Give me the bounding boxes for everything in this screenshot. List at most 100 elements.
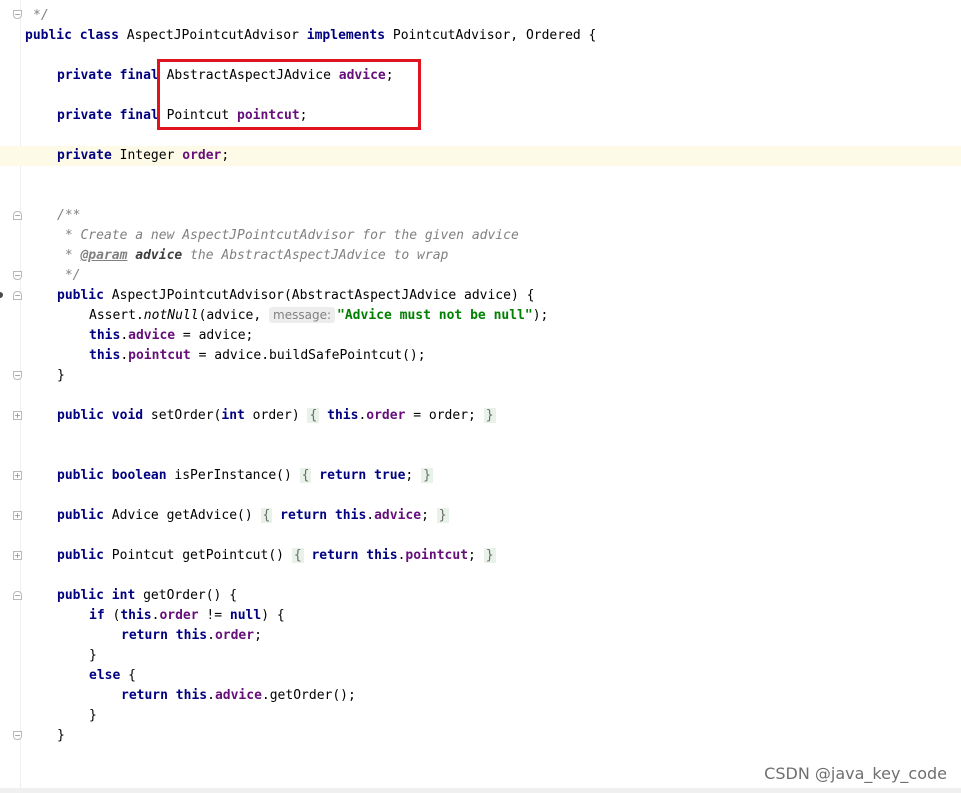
method-call: .getOrder(); [261,688,356,703]
code-line[interactable]: public Advice getAdvice() { return this.… [0,506,961,526]
brace: { [120,668,136,683]
code-line[interactable]: } [0,646,961,666]
code-line[interactable]: else { [0,666,961,686]
field-name: advice [214,688,262,703]
else-statement: else { [89,666,136,686]
field-name: advice [128,328,176,343]
code-line[interactable]: this.advice = advice; [0,326,961,346]
code-line[interactable]: public boolean isPerInstance() { return … [0,466,961,486]
code-editor[interactable]: − − − − − + + + + − − */ public class As… [0,0,961,793]
closing-brace: } [89,648,97,663]
statement-end: ; [254,628,262,643]
folded-brace-close[interactable]: } [483,408,496,423]
folded-brace-close[interactable]: } [421,468,433,483]
folded-brace-close[interactable]: } [436,508,449,523]
keyword: public int [57,588,136,603]
keyword: private [57,148,112,163]
code-line[interactable]: public int getOrder() { [0,586,961,606]
code-line[interactable]: } [0,366,961,386]
keyword: public boolean [57,468,167,483]
code-line[interactable]: private final AbstractAspectJAdvice advi… [0,66,961,86]
keyword: implements [306,28,386,43]
code-line[interactable]: } [0,726,961,746]
method-name: notNull [143,308,199,323]
assert-class: Assert. [89,308,144,323]
code-line[interactable]: } [0,706,961,726]
keyword: public [25,28,72,43]
code-line[interactable]: Assert.notNull(advice, message: "Advice m… [0,306,961,326]
closing-brace: } [89,708,97,723]
keyword: this [120,608,152,623]
code-line[interactable]: private final Pointcut pointcut; [0,106,961,126]
code-line[interactable]: * @param advice the AbstractAspectJAdvic… [0,246,961,266]
javadoc-param-name: advice [127,248,183,263]
keyword: this [89,328,121,343]
javadoc-prefix: * [57,248,81,263]
semicolon: ; [221,148,230,163]
field-name: order [366,408,406,423]
keyword: this [327,408,359,423]
operator: != [198,608,230,623]
javadoc-text: the AbstractAspectJAdvice to wrap [182,248,449,263]
code-line[interactable]: return this.order; [0,626,961,646]
parameter-hint: message: [269,307,336,323]
keyword: public [57,548,104,563]
bottom-edge [0,788,961,793]
paren: ) { [261,608,285,623]
is-per-instance-method: public boolean isPerInstance() { return … [57,466,433,486]
constructor-signature: public AspectJPointcutAdvisor(AbstractAs… [57,286,534,306]
folded-brace-open[interactable]: { [307,408,320,423]
code-line[interactable]: */ [0,6,961,26]
keyword: return [121,628,168,643]
keyword: private final [57,108,159,123]
closing-brace: } [57,728,65,743]
field-name: order [214,628,255,643]
keyword: this [167,628,208,643]
keyword: private final [57,68,159,83]
javadoc-param-line: * @param advice the AbstractAspectJAdvic… [57,246,449,266]
javadoc-open: /** [57,208,81,223]
field-name: pointcut [128,348,191,363]
code-line[interactable]: public class AspectJPointcutAdvisor impl… [0,26,961,46]
type: Integer [111,148,183,163]
folded-brace-close[interactable]: } [483,548,496,563]
comment-close: */ [33,8,49,23]
assign-pointcut: this.pointcut = advice.buildSafePointcut… [89,348,426,363]
get-order-signature: public int getOrder() { [57,586,237,606]
code-line-current[interactable]: private Integer order; [0,146,961,166]
code-line[interactable]: return this.advice.getOrder(); [0,686,961,706]
code-line[interactable]: this.pointcut = advice.buildSafePointcut… [0,346,961,366]
code-line[interactable]: if (this.order != null) { [0,606,961,626]
javadoc-text: * Create a new AspectJPointcutAdvisor fo… [57,228,519,243]
code-line[interactable]: public Pointcut getPointcut() { return t… [0,546,961,566]
code-line[interactable]: public AspectJPointcutAdvisor(AbstractAs… [0,286,961,306]
assignment: = advice.buildSafePointcut(); [190,348,426,363]
statement-end: ; [468,548,484,563]
field-order-declaration: private Integer order; [57,146,229,166]
keyword: return [311,468,375,483]
folded-brace-open[interactable]: { [260,508,273,523]
folded-brace-open[interactable]: { [299,468,312,483]
keyword: null [229,608,262,623]
string-literal: "Advice must not be null" [337,308,533,323]
keyword: return [303,548,367,563]
code-line[interactable]: */ [0,266,961,286]
field-name: order [182,148,222,163]
return-advice-order: return this.advice.getOrder(); [121,688,356,703]
signature: setOrder( [143,408,222,423]
set-order-method: public void setOrder(int order) { this.o… [57,408,496,423]
signature: AspectJPointcutAdvisor(AbstractAspectJAd… [103,288,535,303]
signature: isPerInstance() [166,468,300,483]
interfaces: PointcutAdvisor, Ordered { [385,28,597,43]
keyword: public [57,508,104,523]
code-line[interactable]: public void setOrder(int order) { this.o… [0,406,961,426]
statement-end: ); [532,308,549,323]
field-name: advice [374,508,422,523]
closing-brace: } [57,368,65,383]
folded-brace-open[interactable]: { [291,548,304,563]
statement-end: ; [421,508,437,523]
code-line[interactable]: * Create a new AspectJPointcutAdvisor fo… [0,226,961,246]
code-line[interactable]: /** [0,206,961,226]
class-name: AspectJPointcutAdvisor [118,28,307,43]
field-name: order [159,608,199,623]
